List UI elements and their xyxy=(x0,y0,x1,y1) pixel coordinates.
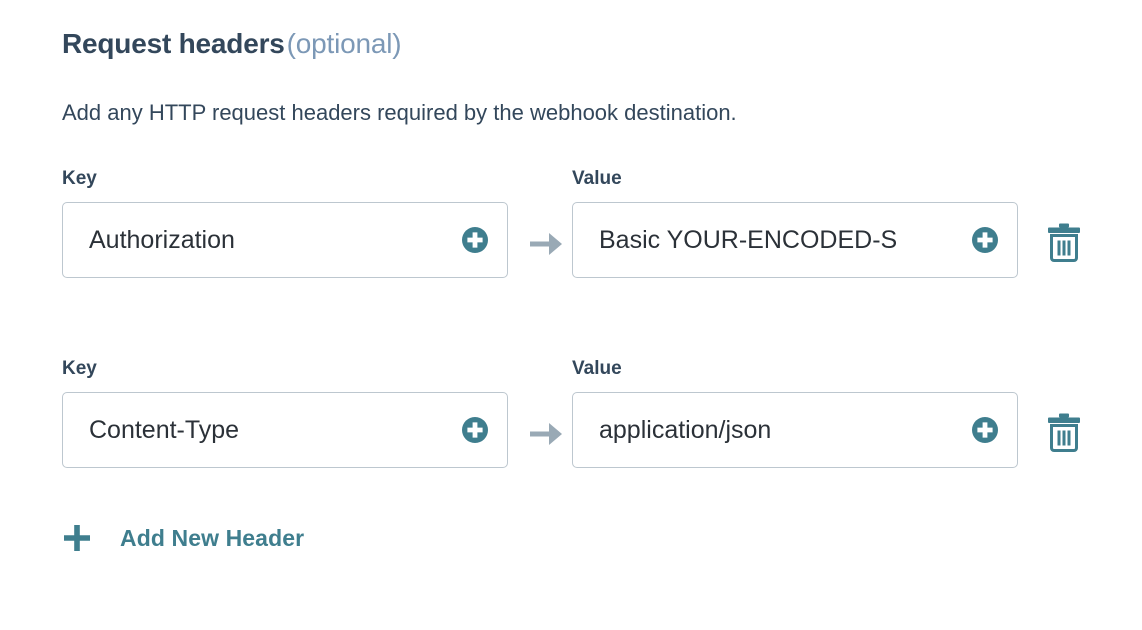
add-new-header-button[interactable]: Add New Header xyxy=(62,518,304,558)
circle-plus-icon[interactable] xyxy=(971,226,999,254)
section-description: Add any HTTP request headers required by… xyxy=(62,100,737,125)
value-input[interactable]: Basic YOUR-ENCODED-S xyxy=(573,225,1017,255)
add-new-header-label: Add New Header xyxy=(120,525,305,551)
key-label: Key xyxy=(62,358,97,379)
page-title: Request headers(optional) xyxy=(62,26,402,62)
value-input-wrapper[interactable]: Basic YOUR-ENCODED-S xyxy=(572,202,1018,278)
value-input[interactable]: application/json xyxy=(573,415,1017,445)
key-field-block: Key Content-Type xyxy=(62,358,508,468)
value-field-block: Value Basic YOUR-ENCODED-S xyxy=(572,168,1018,278)
plus-icon xyxy=(62,523,92,553)
value-label: Value xyxy=(572,168,622,189)
key-field-block: Key Authorization xyxy=(62,168,508,278)
arrow-right-icon xyxy=(522,224,572,264)
key-label: Key xyxy=(62,168,97,189)
delete-header-button[interactable] xyxy=(1042,220,1086,264)
key-input[interactable]: Authorization xyxy=(63,225,507,255)
trash-icon xyxy=(1048,223,1080,262)
page-title-optional: (optional) xyxy=(286,28,402,59)
circle-plus-icon[interactable] xyxy=(971,416,999,444)
key-input[interactable]: Content-Type xyxy=(63,415,507,445)
value-input-wrapper[interactable]: application/json xyxy=(572,392,1018,468)
circle-plus-icon[interactable] xyxy=(461,416,489,444)
header-row: Key Authorization Value Basic YOUR-ENCOD… xyxy=(62,168,1082,298)
trash-icon xyxy=(1048,413,1080,452)
key-input-wrapper[interactable]: Authorization xyxy=(62,202,508,278)
delete-header-button[interactable] xyxy=(1042,410,1086,454)
value-field-block: Value application/json xyxy=(572,358,1018,468)
value-label: Value xyxy=(572,358,622,379)
header-row: Key Content-Type Value application/json xyxy=(62,358,1082,488)
circle-plus-icon[interactable] xyxy=(461,226,489,254)
arrow-right-icon xyxy=(522,414,572,454)
request-headers-panel: Request headers(optional) Add any HTTP r… xyxy=(0,0,1142,630)
page-title-text: Request headers xyxy=(62,28,285,59)
key-input-wrapper[interactable]: Content-Type xyxy=(62,392,508,468)
